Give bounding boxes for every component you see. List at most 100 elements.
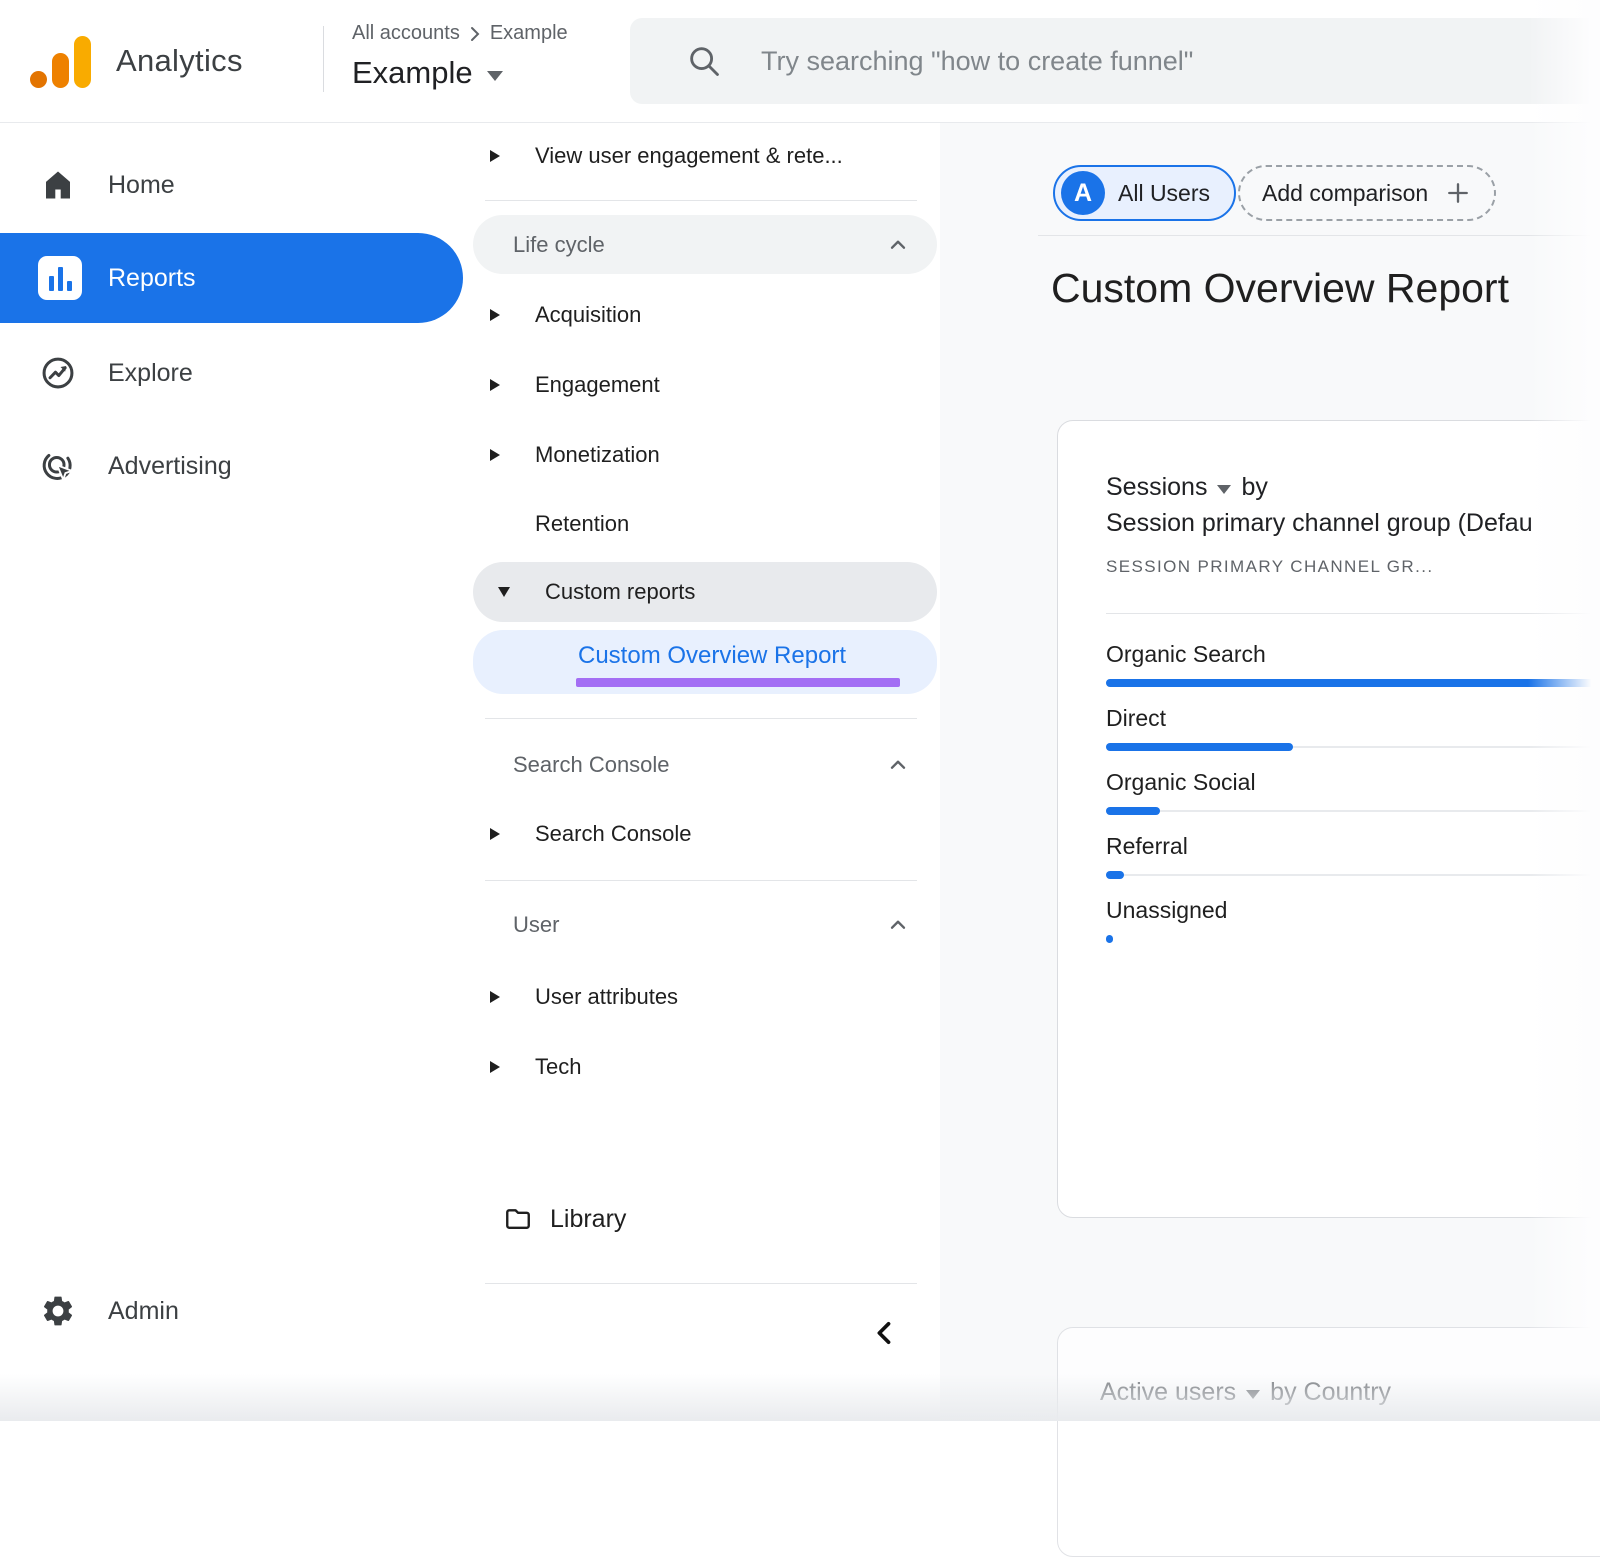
nav-section-label: Custom reports xyxy=(545,579,695,605)
search-bar[interactable] xyxy=(630,18,1600,104)
nav-item-label: View user engagement & rete... xyxy=(535,143,843,169)
nav-section-search-console[interactable]: Search Console xyxy=(473,745,937,785)
nav-item-acquisition[interactable]: Acquisition xyxy=(463,296,940,334)
nav-section-label: Search Console xyxy=(513,752,670,778)
nav-item-library[interactable]: Library xyxy=(463,1195,940,1243)
expand-arrow-icon xyxy=(490,309,500,321)
bar-label: Unassigned xyxy=(1106,897,1227,924)
nav-item-label: Engagement xyxy=(535,372,660,398)
nav-divider xyxy=(485,880,917,881)
app-header: Analytics All accounts Example Example xyxy=(0,0,1600,123)
dimension-label: Session primary channel group (Defau xyxy=(1106,509,1533,538)
header-divider xyxy=(1038,235,1600,236)
nav-item-retention[interactable]: Retention xyxy=(463,505,940,543)
app-name: Analytics xyxy=(116,43,243,79)
segment-chip-label: All Users xyxy=(1118,180,1210,207)
nav-divider xyxy=(485,1283,917,1284)
add-comparison-button[interactable]: Add comparison xyxy=(1238,165,1496,221)
chevron-left-icon xyxy=(868,1316,902,1350)
nav-item-label: User attributes xyxy=(535,984,678,1010)
nav-item-label: Tech xyxy=(535,1054,581,1080)
expand-arrow-icon xyxy=(490,379,500,391)
bar-row: Unassigned xyxy=(1106,891,1600,955)
nav-item-engagement[interactable]: Engagement xyxy=(463,366,940,404)
collapse-arrow-icon xyxy=(498,587,510,597)
bar-row: Referral xyxy=(1106,827,1600,891)
collapse-nav-button[interactable] xyxy=(863,1311,907,1355)
nav-item-search-console[interactable]: Search Console xyxy=(463,815,940,853)
sidebar-item-home[interactable]: Home xyxy=(0,157,463,213)
explore-icon xyxy=(38,353,78,393)
nav-item-view-user-engagement[interactable]: View user engagement & rete... xyxy=(463,137,940,175)
nav-item-monetization[interactable]: Monetization xyxy=(463,436,940,474)
bar-label: Direct xyxy=(1106,705,1166,732)
bar-organic-social[interactable] xyxy=(1106,807,1160,815)
bar-chart: Organic Search Direct Organic Social Ref… xyxy=(1106,635,1600,955)
bar-label: Organic Search xyxy=(1106,641,1266,668)
chevron-down-icon xyxy=(1217,485,1231,494)
breadcrumb-chevron-icon xyxy=(466,24,484,44)
expand-arrow-icon xyxy=(490,1061,500,1073)
nav-item-label: Acquisition xyxy=(535,302,641,328)
nav-section-label: User xyxy=(513,912,559,938)
plus-icon xyxy=(1444,179,1472,207)
bar-referral[interactable] xyxy=(1106,871,1124,879)
bar-label: Referral xyxy=(1106,833,1188,860)
nav-divider xyxy=(485,718,917,719)
sidebar-item-label: Admin xyxy=(108,1297,179,1326)
bar-chart-icon xyxy=(38,256,82,300)
expand-arrow-icon xyxy=(490,150,500,162)
sidebar-item-admin[interactable]: Admin xyxy=(0,1283,463,1339)
chevron-up-icon xyxy=(885,752,911,778)
search-input[interactable] xyxy=(761,46,1541,77)
bar-label: Organic Social xyxy=(1106,769,1256,796)
bar-unassigned[interactable] xyxy=(1106,935,1113,943)
sidebar-item-label: Explore xyxy=(108,359,193,388)
metric-selector[interactable]: Sessions xyxy=(1106,473,1207,502)
header-divider xyxy=(323,26,324,92)
property-selector-label: Example xyxy=(352,55,473,91)
bar-direct[interactable] xyxy=(1106,743,1293,751)
nav-item-user-attributes[interactable]: User attributes xyxy=(463,978,940,1016)
card-title: Sessions by Session primary channel grou… xyxy=(1106,473,1533,538)
bar-track xyxy=(1106,938,1600,940)
chevron-down-icon xyxy=(487,71,503,81)
nav-item-tech[interactable]: Tech xyxy=(463,1048,940,1086)
chevron-down-icon xyxy=(1246,1390,1260,1399)
expand-arrow-icon xyxy=(490,828,500,840)
ads-click-icon xyxy=(38,446,78,486)
by-label: by xyxy=(1241,473,1267,502)
breadcrumb-property[interactable]: Example xyxy=(490,22,568,45)
bar-track xyxy=(1106,874,1600,876)
nav-section-custom-reports[interactable]: Custom reports xyxy=(473,562,937,622)
google-analytics-logo-icon xyxy=(30,36,92,88)
active-report-link[interactable]: Custom Overview Report xyxy=(578,642,846,670)
segment-chip-all-users[interactable]: A All Users xyxy=(1053,165,1236,221)
left-sidebar: Home Reports Explore Advertising xyxy=(0,123,463,1421)
sidebar-item-advertising[interactable]: Advertising xyxy=(0,438,463,494)
search-icon xyxy=(685,42,723,80)
chevron-up-icon xyxy=(885,232,911,258)
nav-divider xyxy=(485,200,917,201)
metric-selector[interactable]: Active users xyxy=(1100,1378,1236,1407)
nav-section-user[interactable]: User xyxy=(473,905,937,945)
sidebar-item-explore[interactable]: Explore xyxy=(0,345,463,401)
expand-arrow-icon xyxy=(490,449,500,461)
nav-section-life-cycle[interactable]: Life cycle xyxy=(473,215,937,274)
nav-item-custom-overview-report[interactable]: Custom Overview Report xyxy=(473,630,937,694)
bar-row: Organic Social xyxy=(1106,763,1600,827)
bar-organic-search[interactable] xyxy=(1106,679,1600,687)
card-divider xyxy=(1106,613,1600,614)
sidebar-item-label: Home xyxy=(108,171,175,200)
bar-row: Direct xyxy=(1106,699,1600,763)
by-label: by Country xyxy=(1270,1378,1391,1407)
sidebar-item-label: Advertising xyxy=(108,452,232,481)
nav-section-label: Life cycle xyxy=(513,232,605,258)
sidebar-item-reports[interactable]: Reports xyxy=(0,233,463,323)
bar-row: Organic Search xyxy=(1106,635,1600,699)
column-header[interactable]: SESSION PRIMARY CHANNEL GR... xyxy=(1106,557,1433,577)
breadcrumb-account[interactable]: All accounts xyxy=(352,22,460,45)
property-selector[interactable]: Example xyxy=(352,55,503,91)
card-title: Active users by Country xyxy=(1100,1378,1391,1407)
segment-badge: A xyxy=(1061,171,1105,215)
